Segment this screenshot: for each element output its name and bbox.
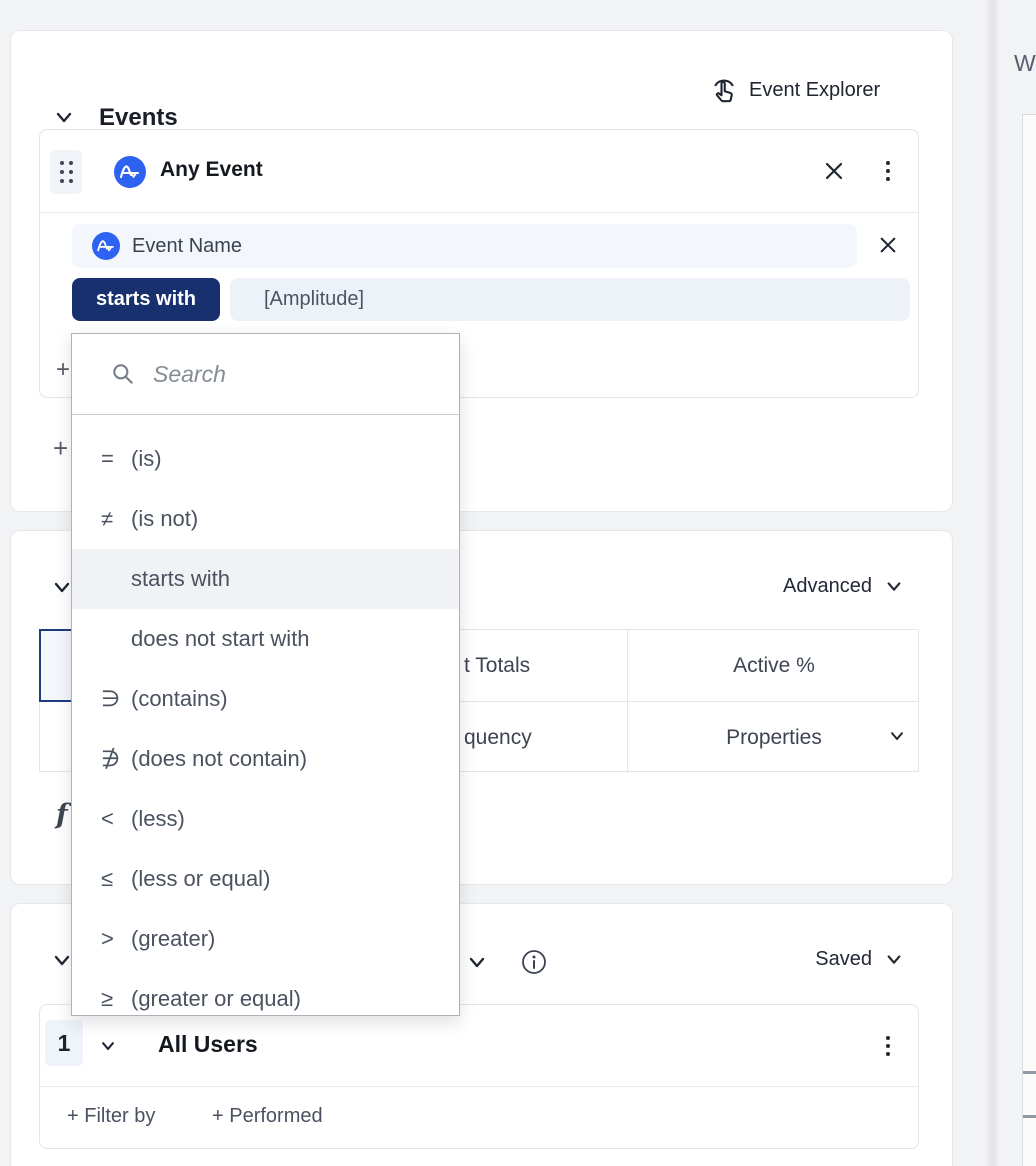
event-explorer-label: Event Explorer [749, 78, 881, 101]
advanced-dropdown[interactable]: Advanced [783, 575, 904, 598]
metric-cell-properties[interactable]: Properties [627, 702, 920, 773]
operator-symbol: < [101, 806, 114, 831]
segment-card: 1 All Users + Filter by + Performed [39, 1004, 919, 1149]
operator-label: does not start with [131, 626, 310, 651]
remove-filter-icon[interactable] [878, 235, 898, 255]
operator-item-contains[interactable]: ∋ (contains) [72, 669, 459, 729]
chevron-down-icon [884, 952, 904, 968]
operator-symbol: ≥ [101, 986, 114, 1011]
saved-label: Saved [815, 948, 872, 970]
operator-item-greater-or-equal[interactable]: ≥ (greater or equal) [72, 969, 459, 1015]
drag-dots-icon [59, 161, 73, 183]
filter-value-text: [Amplitude] [264, 288, 365, 310]
formula-icon[interactable]: f [56, 799, 68, 830]
operator-label: starts with [131, 566, 231, 591]
operator-label: (does not contain) [131, 746, 308, 771]
remove-event-icon[interactable] [823, 160, 845, 182]
events-panel-title: Events [99, 104, 178, 131]
query-builder-page: W Events Event Explorer Any Event Event … [0, 0, 1036, 1166]
operator-item-does-not-start-with[interactable]: does not start with [72, 609, 459, 669]
operator-list: = (is) ≠ (is not) starts with does not s… [72, 415, 459, 1015]
operator-symbol: ∋ [101, 686, 121, 711]
info-icon[interactable] [521, 949, 547, 975]
operator-item-less-or-equal[interactable]: ≤ (less or equal) [72, 849, 459, 909]
operator-label: (is not) [131, 506, 199, 531]
segment-title: All Users [158, 1031, 258, 1057]
divider [40, 212, 918, 213]
dropdown-search-row [72, 334, 459, 415]
collapse-segment-icon[interactable] [51, 952, 73, 970]
filter-property-row[interactable]: Event Name [72, 224, 857, 268]
operator-symbol: > [101, 926, 114, 951]
operator-select-label: starts with [95, 288, 197, 310]
operator-label: (contains) [131, 686, 228, 711]
operator-label: (less) [131, 806, 185, 831]
filter-property-label: Event Name [132, 234, 243, 257]
chart-panel: W [998, 0, 1036, 1166]
divider [40, 1086, 918, 1087]
operator-item-greater[interactable]: > (greater) [72, 909, 459, 969]
operator-item-does-not-contain[interactable]: ∌ (does not contain) [72, 729, 459, 789]
event-options-menu-icon[interactable] [881, 158, 895, 184]
search-input[interactable] [153, 360, 403, 388]
operator-item-is-not[interactable]: ≠ (is not) [72, 489, 459, 549]
event-name-title: Any Event [160, 158, 263, 181]
segment-index-badge: 1 [45, 1020, 83, 1066]
add-user-filter-button[interactable]: + Filter by [67, 1105, 155, 1128]
operator-item-is[interactable]: = (is) [72, 429, 459, 489]
operator-symbol: = [101, 446, 114, 471]
collapse-measured-icon[interactable] [51, 579, 73, 597]
search-icon [110, 361, 136, 387]
amplitude-event-icon [114, 156, 146, 188]
operator-label: (less or equal) [131, 866, 271, 891]
segment-collapse-icon[interactable] [99, 1039, 117, 1054]
segment-options-menu-icon[interactable] [881, 1033, 895, 1059]
filter-value-field[interactable]: [Amplitude] [230, 278, 910, 321]
chart-grid-line [1023, 1071, 1036, 1074]
metric-cell-active-pct[interactable]: Active % [627, 630, 920, 701]
add-performed-button[interactable]: + Performed [212, 1105, 323, 1128]
advanced-label: Advanced [783, 575, 872, 597]
event-explorer-button[interactable]: Event Explorer [709, 75, 880, 105]
operator-symbol: ∌ [101, 746, 121, 771]
chart-card [1022, 114, 1036, 1166]
operator-symbol: ≠ [101, 506, 114, 531]
chevron-down-icon [888, 729, 906, 744]
chevron-down-icon[interactable] [466, 954, 488, 972]
operator-symbol: ≤ [101, 866, 114, 891]
operator-dropdown-menu: = (is) ≠ (is not) starts with does not s… [71, 333, 460, 1016]
collapse-events-icon[interactable] [53, 109, 75, 127]
operator-item-less[interactable]: < (less) [72, 789, 459, 849]
operator-label: (greater or equal) [131, 986, 301, 1011]
amplitude-property-icon [92, 232, 120, 260]
operator-label: (is) [131, 446, 162, 471]
chevron-down-icon [884, 579, 904, 595]
add-filter-button[interactable]: + [56, 356, 70, 384]
operator-label: (greater) [131, 926, 216, 951]
operator-select-button[interactable]: starts with [72, 278, 220, 321]
operator-item-starts-with[interactable]: starts with [72, 549, 459, 609]
saved-dropdown[interactable]: Saved [815, 948, 904, 971]
chart-grid-line [1023, 1115, 1036, 1118]
panel-resizer[interactable] [986, 0, 998, 1166]
drag-handle[interactable] [50, 150, 82, 194]
add-event-button[interactable]: + [53, 433, 68, 464]
properties-label: Properties [726, 725, 822, 749]
chart-panel-title: W [1014, 50, 1036, 76]
event-explorer-icon [709, 75, 739, 105]
